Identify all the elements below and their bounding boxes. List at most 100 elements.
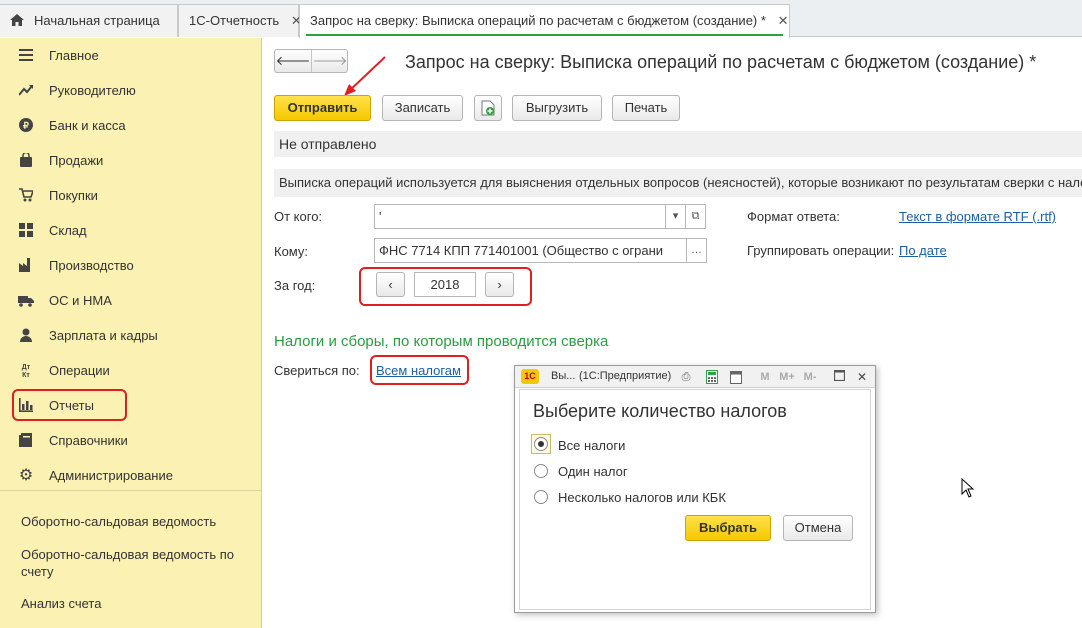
sidebar-item-label: Администрирование	[49, 468, 173, 483]
home-icon	[10, 6, 24, 26]
highlight-taxes	[370, 355, 469, 385]
select-icon[interactable]: …	[686, 238, 707, 263]
cart-icon	[18, 188, 35, 204]
sidebar-report-link[interactable]: Оборотно-сальдовая ведомость по счету	[21, 546, 251, 580]
taxes-section-title: Налоги и сборы, по которым проводится св…	[274, 333, 609, 350]
tab-reconciliation-request[interactable]: Запрос на сверку: Выписка операций по ра…	[299, 4, 790, 38]
sidebar-item-sales[interactable]: Продажи	[0, 143, 261, 178]
sidebar-item-label: ОС и НМА	[49, 293, 112, 308]
sidebar-item-main[interactable]: Главное	[0, 38, 261, 73]
memory-icon[interactable]: M	[758, 370, 772, 384]
highlight-year	[359, 267, 532, 306]
tab-1c-reporting-label: 1С-Отчетность	[189, 13, 280, 28]
close-icon[interactable]: ✕	[855, 370, 869, 384]
format-label: Формат ответа:	[747, 209, 840, 224]
sidebar-item-label: Продажи	[49, 153, 104, 168]
trend-icon	[18, 83, 34, 99]
sidebar-item-label: Покупки	[49, 188, 98, 203]
add-file-button[interactable]	[474, 95, 502, 121]
tab-home[interactable]: Начальная страница	[0, 4, 178, 37]
person-icon	[18, 328, 34, 344]
dialog-heading: Выберите количество налогов	[533, 401, 787, 421]
menu-icon	[18, 48, 34, 64]
sidebar-item-label: Операции	[49, 363, 110, 378]
calendar-icon[interactable]	[729, 370, 743, 384]
option-several-taxes-label: Несколько налогов или КБК	[558, 490, 726, 505]
sidebar: Главное Руководителю ₽ Банк и касса Прод…	[0, 38, 262, 628]
print-button[interactable]: Печать	[612, 95, 680, 121]
sidebar-item-purchases[interactable]: Покупки	[0, 178, 261, 213]
group-link[interactable]: По дате	[899, 243, 947, 258]
cancel-button[interactable]: Отмена	[783, 515, 853, 541]
ruble-coin-icon: ₽	[18, 118, 34, 134]
memory-plus-icon[interactable]: M+	[777, 370, 797, 384]
sidebar-item-directories[interactable]: Справочники	[0, 423, 261, 458]
sidebar-item-administration[interactable]: ⚙ Администрирование	[0, 458, 261, 493]
year-label: За год:	[274, 278, 316, 293]
gear-icon: ⚙	[18, 467, 34, 484]
radio-several-taxes[interactable]	[534, 490, 548, 504]
to-label: Кому:	[274, 244, 308, 259]
tab-1c-reporting[interactable]: 1С-Отчетность ✕	[178, 4, 302, 37]
sidebar-report-link[interactable]: Оборотно-сальдовая ведомость	[21, 513, 251, 530]
tab-bar: Начальная страница 1С-Отчетность ✕ Запро…	[0, 0, 1082, 38]
group-label: Группировать операции:	[747, 243, 895, 258]
sidebar-item-salary[interactable]: Зарплата и кадры	[0, 318, 261, 353]
from-label: От кого:	[274, 209, 323, 224]
tab-home-label: Начальная страница	[34, 13, 160, 28]
add-document-icon	[481, 100, 495, 116]
open-icon[interactable]: ⧉	[685, 204, 706, 229]
tab-reconciliation-label: Запрос на сверку: Выписка операций по ра…	[310, 13, 766, 28]
sidebar-item-bank[interactable]: ₽ Банк и касса	[0, 108, 261, 143]
sidebar-item-label: Производство	[49, 258, 134, 273]
info-message: Выписка операций используется для выясне…	[274, 169, 1082, 197]
sidebar-item-label: Руководителю	[49, 83, 136, 98]
dialog-title-app: (1С:Предприятие)	[579, 370, 672, 382]
sidebar-item-operations[interactable]: Дт Кт Операции	[0, 353, 261, 388]
send-button[interactable]: Отправить	[274, 95, 371, 121]
dropdown-icon[interactable]: ▾	[665, 204, 686, 229]
sidebar-report-link[interactable]: Анализ счета	[21, 595, 251, 612]
option-all-taxes-label: Все налоги	[558, 438, 626, 453]
close-icon[interactable]: ✕	[778, 13, 789, 28]
sidebar-item-assets[interactable]: ОС и НМА	[0, 283, 261, 318]
truck-icon	[18, 293, 34, 309]
print-icon[interactable]: ⎙	[679, 370, 693, 384]
dialog-body: Выберите количество налогов Все налоги О…	[519, 389, 871, 610]
sidebar-divider	[0, 490, 261, 491]
to-field[interactable]: ФНС 7714 КПП 771401001 (Общество с огран…	[374, 238, 687, 263]
app-window: Начальная страница 1С-Отчетность ✕ Запро…	[0, 0, 1082, 628]
status-bar: Не отправлено	[274, 131, 1082, 157]
format-link[interactable]: Текст в формате RTF (.rtf)	[899, 209, 1056, 224]
app-logo-icon: 1С	[521, 369, 539, 384]
back-icon[interactable]: 🡐	[275, 50, 312, 72]
memory-minus-icon[interactable]: M-	[800, 370, 820, 384]
export-button[interactable]: Выгрузить	[512, 95, 602, 121]
sidebar-item-label: Справочники	[49, 433, 128, 448]
sidebar-item-manager[interactable]: Руководителю	[0, 73, 261, 108]
dialog-title-short: Вы...	[551, 370, 576, 382]
radio-one-tax[interactable]	[534, 464, 548, 478]
from-field[interactable]: '	[374, 204, 666, 229]
select-taxes-dialog: 1С Вы... (1С:Предприятие) ⎙ M M+ M- ✕ Вы…	[514, 365, 876, 613]
annotation-arrow	[344, 56, 386, 96]
nav-buttons: 🡐 🡒	[274, 49, 348, 73]
radio-all-taxes[interactable]	[534, 437, 548, 451]
mouse-cursor-icon	[961, 478, 975, 498]
sidebar-item-warehouse[interactable]: Склад	[0, 213, 261, 248]
sidebar-item-label: Главное	[49, 48, 99, 63]
warehouse-icon	[18, 223, 34, 239]
select-button[interactable]: Выбрать	[685, 515, 771, 541]
sidebar-item-production[interactable]: Производство	[0, 248, 261, 283]
reconcile-label: Свериться по:	[274, 363, 360, 378]
sidebar-item-label: Зарплата и кадры	[49, 328, 158, 343]
debit-credit-icon: Дт Кт	[21, 364, 31, 379]
page-title: Запрос на сверку: Выписка операций по ра…	[405, 52, 1037, 72]
save-button[interactable]: Записать	[382, 95, 463, 121]
dialog-titlebar: 1С Вы... (1С:Предприятие) ⎙ M M+ M- ✕	[515, 366, 875, 388]
maximize-icon[interactable]	[832, 369, 846, 384]
svg-text:₽: ₽	[23, 121, 29, 131]
sidebar-item-label: Склад	[49, 223, 87, 238]
calculator-icon[interactable]	[705, 370, 719, 384]
shopping-bag-icon	[18, 151, 34, 169]
